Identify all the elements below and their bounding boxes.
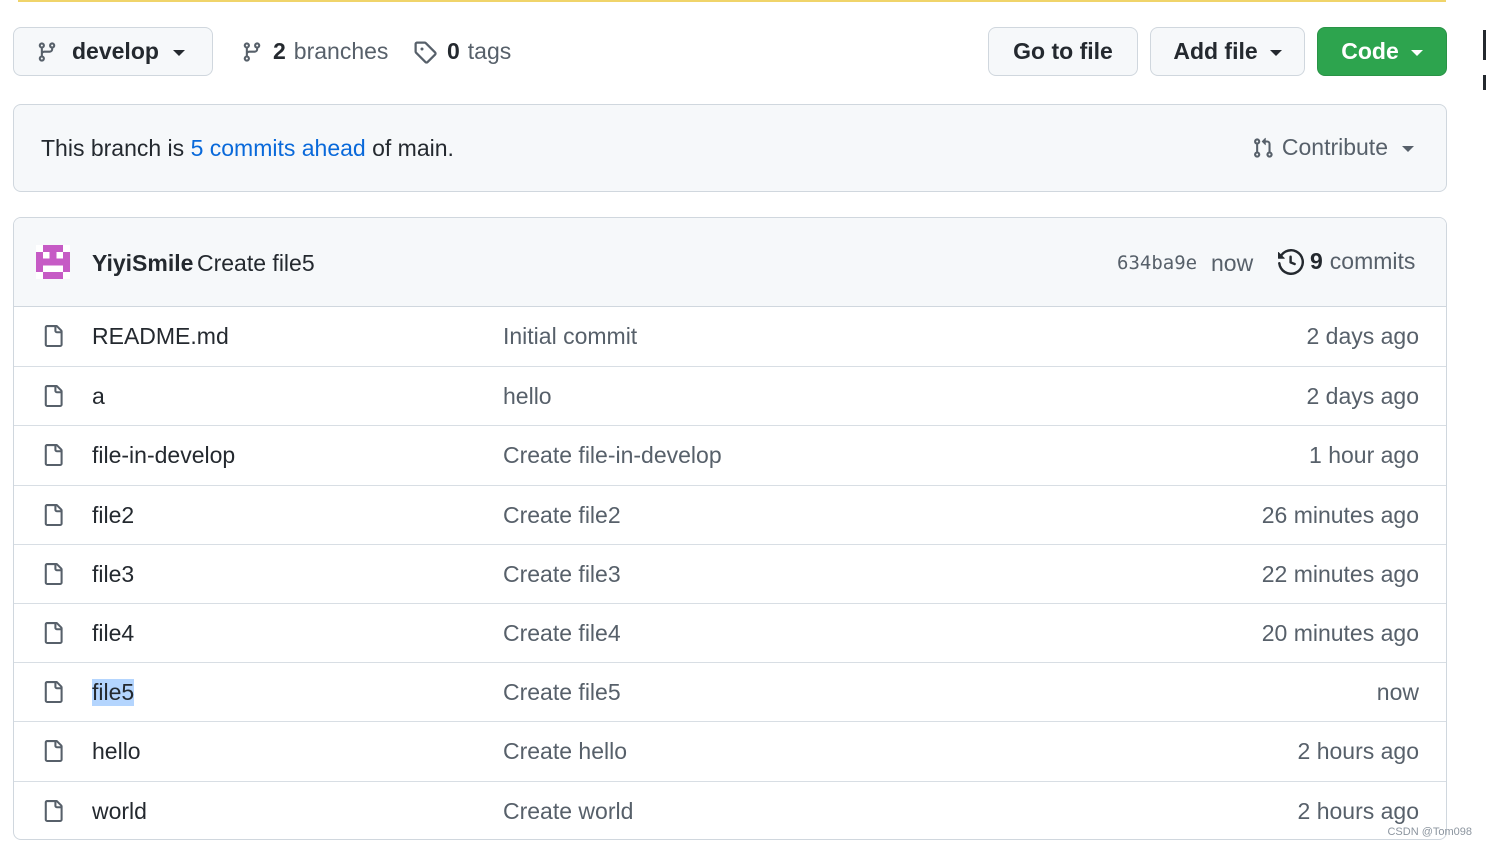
file-row[interactable]: file5 Create file5 now xyxy=(14,662,1446,721)
file-icon xyxy=(42,502,64,528)
file-name-link[interactable]: hello xyxy=(92,738,141,765)
file-rows: README.md Initial commit 2 days ago a hello 2… xyxy=(14,307,1446,840)
file-commit-age: 2 days ago xyxy=(1306,323,1419,349)
contribute-label: Contribute xyxy=(1281,134,1388,160)
file-row[interactable]: file4 Create file4 20 minutes ago xyxy=(14,602,1446,662)
commit-author[interactable]: YiyiSmile xyxy=(92,250,193,277)
contribute-button[interactable]: Contribute xyxy=(1252,134,1414,161)
tags-count: 0 xyxy=(447,38,460,64)
branch-name: develop xyxy=(72,38,159,64)
file-row[interactable]: a hello 2 days ago xyxy=(14,366,1446,425)
file-icon xyxy=(42,738,64,764)
file-commit-age: now xyxy=(1376,679,1419,706)
ahead-prefix: This branch is xyxy=(41,135,185,161)
commit-message[interactable]: Create file5 xyxy=(197,250,315,277)
file-row[interactable]: world Create world 2 hours ago xyxy=(14,780,1446,840)
file-commit-message-link[interactable]: Create file-in-develop xyxy=(503,442,722,469)
add-file-label: Add file xyxy=(1173,38,1258,64)
file-name-link[interactable]: file-in-develop xyxy=(92,442,235,469)
file-row[interactable]: file2 Create file2 26 minutes ago xyxy=(14,484,1446,544)
file-name-link[interactable]: file3 xyxy=(92,561,134,588)
commits-ahead-link[interactable]: 5 commits ahead xyxy=(191,135,366,161)
git-branch-icon xyxy=(241,40,263,64)
code-button[interactable]: Code xyxy=(1317,27,1447,76)
file-row[interactable]: file-in-develop Create file-in-develop 1 h… xyxy=(14,425,1446,484)
file-icon xyxy=(42,323,64,349)
file-commit-message-link[interactable]: hello xyxy=(503,383,552,410)
file-commit-message-link[interactable]: Create file5 xyxy=(503,679,621,706)
latest-commit-bar: YiyiSmile Create file5 634ba9e now 9 com… xyxy=(14,218,1446,307)
file-icon xyxy=(42,798,64,824)
file-name-link[interactable]: README.md xyxy=(92,323,229,350)
file-row[interactable]: hello Create hello 2 hours ago xyxy=(14,721,1446,780)
file-icon xyxy=(42,383,64,409)
branch-ahead-banner: This branch is 5 commits ahead of main. … xyxy=(13,104,1447,192)
file-commit-message-link[interactable]: Create world xyxy=(503,798,633,825)
file-commit-message-link[interactable]: Create file2 xyxy=(503,502,621,529)
tags-link[interactable]: 0 tags xyxy=(413,38,511,65)
top-accent-line xyxy=(18,0,1446,2)
file-commit-age: 2 days ago xyxy=(1306,383,1419,410)
repo-toolbar: develop 2 branches 0 tags Go to file Add… xyxy=(13,27,1447,78)
file-commit-age: 20 minutes ago xyxy=(1261,619,1419,646)
go-to-file-button[interactable]: Go to file xyxy=(988,27,1138,76)
file-commit-age: 1 hour ago xyxy=(1309,442,1419,469)
file-name-link[interactable]: world xyxy=(92,798,147,825)
file-commit-message-link[interactable]: Create file3 xyxy=(503,561,621,588)
file-commit-age: 2 hours ago xyxy=(1297,797,1419,824)
file-row[interactable]: README.md Initial commit 2 days ago xyxy=(14,307,1446,366)
file-commit-age: 26 minutes ago xyxy=(1261,501,1419,528)
dropdown-caret-icon xyxy=(1410,49,1423,56)
file-list-box: YiyiSmile Create file5 634ba9e now 9 com… xyxy=(13,217,1447,840)
file-name-link[interactable]: file5 xyxy=(92,679,135,707)
code-label: Code xyxy=(1341,38,1399,64)
history-icon xyxy=(1278,248,1304,275)
branches-link[interactable]: 2 branches xyxy=(241,38,388,65)
dropdown-caret-icon xyxy=(172,49,185,56)
file-commit-message-link[interactable]: Initial commit xyxy=(503,323,637,350)
file-icon xyxy=(42,679,64,705)
file-commit-message-link[interactable]: Create file4 xyxy=(503,620,621,647)
tag-icon xyxy=(413,40,437,64)
file-commit-message-link[interactable]: Create hello xyxy=(503,738,627,765)
branch-select-button[interactable]: develop xyxy=(13,27,213,76)
add-file-button[interactable]: Add file xyxy=(1150,27,1305,76)
ahead-message: This branch is 5 commits ahead of main. xyxy=(41,135,454,162)
commits-label: commits xyxy=(1329,248,1416,274)
file-icon xyxy=(42,561,64,587)
tags-label: tags xyxy=(467,38,512,64)
file-commit-age: 2 hours ago xyxy=(1297,738,1419,765)
commits-history-link[interactable]: 9 commits xyxy=(1278,248,1415,275)
avatar[interactable] xyxy=(36,245,70,279)
file-icon xyxy=(42,620,64,646)
file-name-link[interactable]: file4 xyxy=(92,620,134,647)
branches-count: 2 xyxy=(273,38,286,64)
file-icon xyxy=(42,442,64,468)
file-commit-age: 22 minutes ago xyxy=(1261,560,1419,587)
dropdown-caret-icon xyxy=(1269,49,1282,56)
commit-time: now xyxy=(1211,250,1254,276)
branches-label: branches xyxy=(293,38,389,64)
commits-count: 9 xyxy=(1310,248,1323,274)
file-name-link[interactable]: a xyxy=(92,383,105,410)
dropdown-caret-icon xyxy=(1402,145,1414,152)
file-row[interactable]: file3 Create file3 22 minutes ago xyxy=(14,543,1446,603)
watermark: CSDN @Tom098 xyxy=(1387,826,1472,838)
ahead-suffix: of main. xyxy=(372,135,454,161)
git-branch-icon xyxy=(36,40,58,64)
git-pull-request-icon xyxy=(1252,136,1274,160)
commit-sha[interactable]: 634ba9e xyxy=(1117,252,1197,274)
file-name-link[interactable]: file2 xyxy=(92,502,134,529)
go-to-file-label: Go to file xyxy=(1013,38,1113,64)
